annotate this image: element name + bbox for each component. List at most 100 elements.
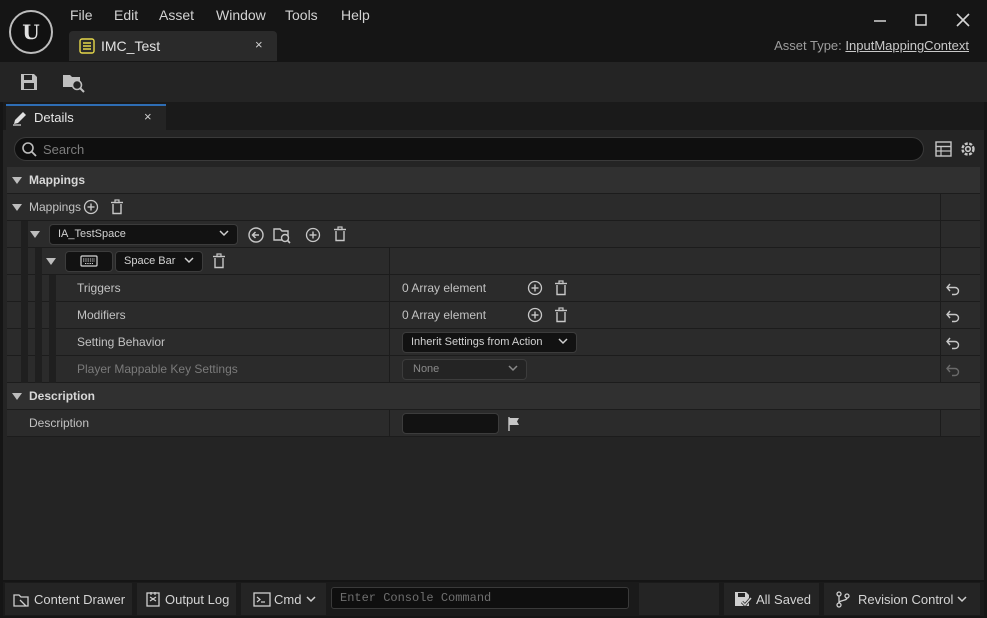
description-row: Description <box>7 410 980 437</box>
expand-arrow-icon[interactable] <box>12 204 22 211</box>
description-field[interactable] <box>402 413 499 434</box>
output-log-label: Output Log <box>165 592 230 607</box>
indent-guide <box>49 329 56 356</box>
reset-to-default-icon <box>945 362 961 378</box>
console-command-input[interactable] <box>340 590 620 606</box>
indent-guide <box>35 356 42 383</box>
indent-guide <box>21 275 28 302</box>
mappings-label: Mappings <box>29 200 82 214</box>
keyboard-icon <box>76 254 102 268</box>
unreal-logo-icon[interactable]: U <box>9 10 53 54</box>
reset-column-divider <box>940 221 941 248</box>
clear-modifiers-icon[interactable] <box>553 307 569 323</box>
reset-to-default-icon[interactable] <box>945 335 961 351</box>
expand-arrow-icon[interactable] <box>12 177 22 184</box>
expand-arrow-icon[interactable] <box>46 258 56 265</box>
save-icon[interactable] <box>19 72 39 92</box>
settings-gear-icon[interactable] <box>959 140 977 158</box>
chevron-down-icon <box>219 228 229 238</box>
player-mappable-dropdown: None <box>402 359 527 380</box>
use-selected-asset-icon[interactable] <box>247 226 265 244</box>
expand-arrow-icon[interactable] <box>30 231 40 238</box>
content-drawer-button[interactable]: Content Drawer <box>5 583 132 615</box>
setting-behavior-dropdown[interactable]: Inherit Settings from Action <box>402 332 577 353</box>
add-element-icon[interactable] <box>83 199 99 215</box>
delete-all-icon[interactable] <box>109 199 125 215</box>
menu-tools[interactable]: Tools <box>285 7 318 23</box>
browse-asset-icon[interactable] <box>62 71 86 93</box>
asset-type-link[interactable]: InputMappingContext <box>845 38 969 53</box>
output-log-button[interactable]: Output Log <box>137 583 236 615</box>
reset-to-default-icon[interactable] <box>945 281 961 297</box>
document-tab[interactable]: IMC_Test × <box>69 31 277 61</box>
expand-arrow-icon[interactable] <box>12 393 22 400</box>
input-mapping-context-icon <box>79 38 95 54</box>
key-selector-button[interactable] <box>65 251 113 272</box>
setting-behavior-label: Setting Behavior <box>77 335 166 349</box>
pencil-icon <box>12 110 28 126</box>
chevron-down-icon <box>957 594 967 604</box>
reset-column-divider <box>940 356 941 383</box>
menu-file[interactable]: File <box>70 7 93 23</box>
category-mappings[interactable]: Mappings <box>7 167 980 194</box>
chevron-down-icon <box>508 363 518 373</box>
minimize-icon[interactable] <box>870 10 890 30</box>
localization-flag-icon[interactable] <box>507 416 521 432</box>
value-column-divider <box>389 248 390 275</box>
indent-guide <box>49 275 56 302</box>
document-tab-label: IMC_Test <box>101 38 161 54</box>
chevron-down-icon <box>306 594 316 604</box>
details-tab-label: Details <box>34 110 74 125</box>
value-column-divider <box>389 410 390 437</box>
indent-guide <box>21 329 28 356</box>
search-box[interactable] <box>14 137 924 161</box>
triggers-label: Triggers <box>77 281 121 295</box>
maximize-icon[interactable] <box>911 10 931 30</box>
close-tab-icon[interactable]: × <box>255 37 263 52</box>
search-input[interactable] <box>43 141 903 158</box>
logo-letter: U <box>22 20 40 44</box>
reset-column-divider <box>940 275 941 302</box>
search-icon <box>21 141 37 157</box>
input-action-value: IA_TestSpace <box>58 228 126 240</box>
revision-control-button[interactable]: Revision Control <box>824 583 980 615</box>
menu-help[interactable]: Help <box>341 7 370 23</box>
console-box[interactable] <box>331 587 629 609</box>
add-trigger-icon[interactable] <box>527 280 543 296</box>
reset-column-divider <box>940 248 941 275</box>
clear-triggers-icon[interactable] <box>553 280 569 296</box>
browse-to-asset-icon[interactable] <box>273 226 291 244</box>
console-icon <box>253 592 271 607</box>
delete-key-icon[interactable] <box>211 253 227 269</box>
table-view-icon[interactable] <box>935 141 952 157</box>
reset-to-default-icon[interactable] <box>945 308 961 324</box>
input-action-row: IA_TestSpace <box>7 221 980 248</box>
close-details-tab-icon[interactable]: × <box>144 109 152 124</box>
input-action-selector[interactable]: IA_TestSpace <box>49 224 238 245</box>
menu-edit[interactable]: Edit <box>114 7 138 23</box>
add-modifier-icon[interactable] <box>527 307 543 323</box>
delete-mapping-icon[interactable] <box>332 226 348 242</box>
add-mapping-icon[interactable] <box>305 227 321 243</box>
modifiers-value: 0 Array element <box>402 308 487 322</box>
indent-guide <box>35 275 42 302</box>
menu-window[interactable]: Window <box>216 7 266 23</box>
indent-guide <box>21 248 28 275</box>
menu-asset[interactable]: Asset <box>159 7 194 23</box>
asset-type: Asset Type: InputMappingContext <box>774 38 969 53</box>
cmd-dropdown[interactable]: Cmd <box>241 583 326 615</box>
value-column-divider <box>389 302 390 329</box>
indent-guide <box>21 356 28 383</box>
player-mappable-row: Player Mappable Key Settings None <box>7 356 980 383</box>
category-description[interactable]: Description <box>7 383 980 410</box>
close-window-icon[interactable] <box>953 10 973 30</box>
all-saved-button[interactable]: All Saved <box>724 583 819 615</box>
value-column-divider <box>389 329 390 356</box>
indent-guide <box>35 302 42 329</box>
category-label: Mappings <box>29 173 85 187</box>
details-tab[interactable]: Details × <box>6 104 166 130</box>
player-mappable-label: Player Mappable Key Settings <box>77 362 238 376</box>
indent-guide <box>35 329 42 356</box>
branch-icon <box>836 591 850 608</box>
key-dropdown[interactable]: Space Bar <box>115 251 203 272</box>
